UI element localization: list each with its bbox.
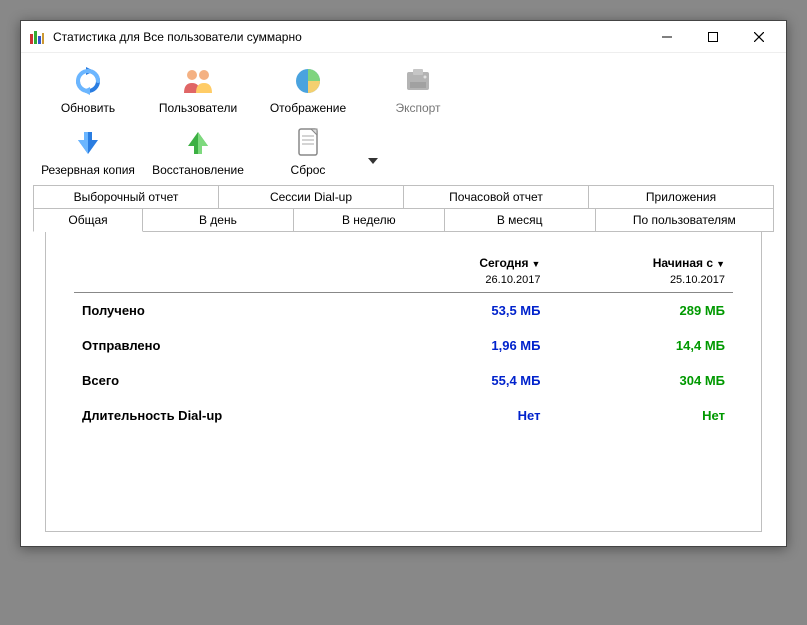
header-today-label: Сегодня [479,256,528,270]
refresh-button[interactable]: Обновить [33,59,143,119]
toolbar-overflow-button[interactable] [363,141,383,181]
total-since: 304 МБ [548,363,733,398]
row-received: Получено 53,5 МБ 289 МБ [74,293,733,329]
header-since[interactable]: Начиная с▼ [548,252,733,274]
refresh-label: Обновить [61,101,115,115]
users-icon [181,63,215,99]
display-button[interactable]: Отображение [253,59,363,119]
backup-icon [73,125,103,161]
row-total: Всего 55,4 МБ 304 МБ [74,363,733,398]
export-icon [403,63,433,99]
reset-icon [295,125,321,161]
toolbar: Обновить Пользователи Ото [21,53,786,185]
tab-selective-report[interactable]: Выборочный отчет [34,186,219,208]
header-today[interactable]: Сегодня ▼ [371,252,549,274]
label-received: Получено [74,293,371,329]
tab-per-day[interactable]: В день [143,208,294,232]
app-window: Статистика для Все пользователи суммарно [20,20,787,547]
tabs-container: Выборочный отчет Сессии Dial-up Почасово… [21,185,786,532]
total-today: 55,4 МБ [371,363,549,398]
tab-dialup-sessions[interactable]: Сессии Dial-up [219,186,404,208]
tab-per-month[interactable]: В месяц [445,208,596,232]
tab-per-user[interactable]: По пользователям [596,208,774,232]
dropdown-icon: ▼ [532,259,541,269]
tab-general[interactable]: Общая [33,208,143,232]
dropdown-icon: ▼ [716,259,725,269]
label-dialup: Длительность Dial-up [74,398,371,433]
export-button: Экспорт [363,59,473,119]
tab-hourly-report[interactable]: Почасовой отчет [404,186,589,208]
reset-label: Сброс [291,163,326,177]
label-total: Всего [74,363,371,398]
stats-panel: Сегодня▼ Начиная с▼ 26.10.2017 25.10.201… [45,232,762,532]
window-controls [644,22,782,52]
restore-button[interactable]: Восстановление [143,121,253,181]
maximize-button[interactable] [690,22,736,52]
header-since-label: Начиная с [653,256,713,270]
backup-button[interactable]: Резервная копия [33,121,143,181]
titlebar: Статистика для Все пользователи суммарно [21,21,786,53]
tab-applications[interactable]: Приложения [589,186,773,208]
row-dialup-duration: Длительность Dial-up Нет Нет [74,398,733,433]
app-icon [29,29,45,45]
restore-icon [183,125,213,161]
window-title: Статистика для Все пользователи суммарно [53,30,644,44]
label-sent: Отправлено [74,328,371,363]
backup-label: Резервная копия [41,163,135,177]
sent-today: 1,96 МБ [371,328,549,363]
tab-row-primary: Общая В день В неделю В месяц По пользов… [33,208,774,232]
date-since: 25.10.2017 [548,274,733,293]
display-icon [292,63,324,99]
received-today: 53,5 МБ [371,293,549,329]
users-label: Пользователи [159,101,237,115]
tab-row-secondary: Выборочный отчет Сессии Dial-up Почасово… [33,185,774,208]
export-label: Экспорт [395,101,440,115]
minimize-button[interactable] [644,22,690,52]
refresh-icon [72,63,104,99]
tab-per-week[interactable]: В неделю [294,208,445,232]
stats-table: Сегодня▼ Начиная с▼ 26.10.2017 25.10.201… [74,252,733,433]
display-label: Отображение [270,101,346,115]
users-button[interactable]: Пользователи [143,59,253,119]
sent-since: 14,4 МБ [548,328,733,363]
date-today: 26.10.2017 [371,274,549,293]
dialup-today: Нет [371,398,549,433]
restore-label: Восстановление [152,163,244,177]
reset-button[interactable]: Сброс [253,121,363,181]
received-since: 289 МБ [548,293,733,329]
close-button[interactable] [736,22,782,52]
dialup-since: Нет [548,398,733,433]
row-sent: Отправлено 1,96 МБ 14,4 МБ [74,328,733,363]
